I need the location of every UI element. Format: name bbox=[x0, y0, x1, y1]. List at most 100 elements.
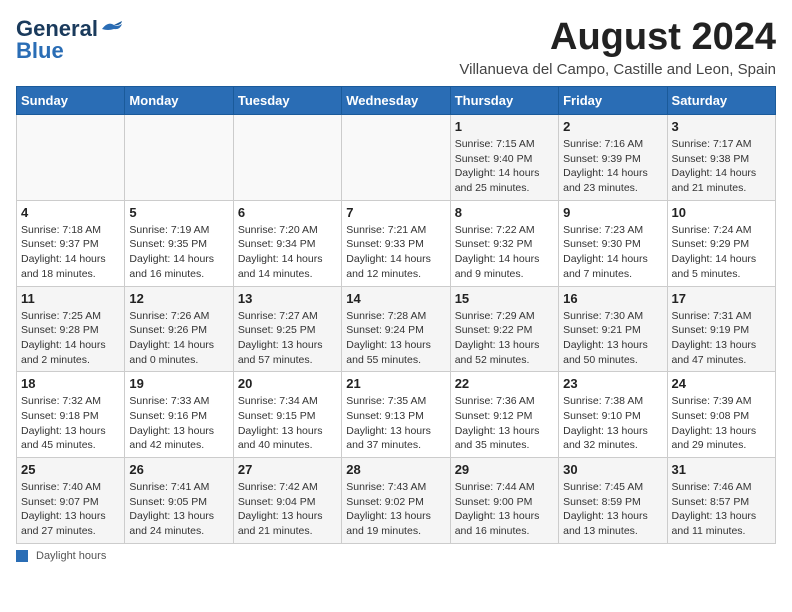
calendar-cell: 31Sunrise: 7:46 AM Sunset: 8:57 PM Dayli… bbox=[667, 458, 775, 544]
page-header: General Blue August 2024 Villanueva del … bbox=[16, 16, 776, 78]
day-number: 18 bbox=[21, 376, 120, 391]
day-info: Sunrise: 7:19 AM Sunset: 9:35 PM Dayligh… bbox=[129, 223, 228, 282]
calendar-week-row: 4 Sunrise: 7:18 AM Sunset: 9:37 PM Daylig… bbox=[17, 200, 776, 286]
weekday-header-wednesday: Wednesday bbox=[342, 87, 450, 115]
calendar-cell: 4 Sunrise: 7:18 AM Sunset: 9:37 PM Daylig… bbox=[17, 200, 125, 286]
day-info: Sunrise: 7:33 AM Sunset: 9:16 PM Dayligh… bbox=[129, 394, 228, 453]
day-number: 1 bbox=[455, 119, 554, 134]
weekday-header-thursday: Thursday bbox=[450, 87, 558, 115]
day-number: 29 bbox=[455, 462, 554, 477]
day-info: Sunrise: 7:35 AM Sunset: 9:13 PM Dayligh… bbox=[346, 394, 445, 453]
logo-bird-icon bbox=[100, 21, 122, 37]
calendar-cell: 23 Sunrise: 7:38 AM Sunset: 9:10 PM Dayli… bbox=[559, 372, 667, 458]
day-number: 27 bbox=[238, 462, 337, 477]
day-number: 22 bbox=[455, 376, 554, 391]
day-number: 5 bbox=[129, 205, 228, 220]
day-info: Sunrise: 7:40 AM Sunset: 9:07 PM Dayligh… bbox=[21, 480, 120, 539]
day-info: Sunrise: 7:34 AM Sunset: 9:15 PM Dayligh… bbox=[238, 394, 337, 453]
day-info: Sunrise: 7:39 AM Sunset: 9:08 PM Dayligh… bbox=[672, 394, 771, 453]
day-number: 23 bbox=[563, 376, 662, 391]
calendar-cell: 13Sunrise: 7:27 AM Sunset: 9:25 PM Dayli… bbox=[233, 286, 341, 372]
calendar-cell: 3 Sunrise: 7:17 AM Sunset: 9:38 PM Daylig… bbox=[667, 115, 775, 201]
day-info: Sunrise: 7:17 AM Sunset: 9:38 PM Dayligh… bbox=[672, 137, 771, 196]
calendar-cell: 5 Sunrise: 7:19 AM Sunset: 9:35 PM Daylig… bbox=[125, 200, 233, 286]
calendar-cell: 8 Sunrise: 7:22 AM Sunset: 9:32 PM Daylig… bbox=[450, 200, 558, 286]
day-number: 4 bbox=[21, 205, 120, 220]
day-number: 19 bbox=[129, 376, 228, 391]
day-number: 30 bbox=[563, 462, 662, 477]
calendar-cell: 28 Sunrise: 7:43 AM Sunset: 9:02 PM Dayli… bbox=[342, 458, 450, 544]
day-info: Sunrise: 7:31 AM Sunset: 9:19 PM Dayligh… bbox=[672, 309, 771, 368]
day-info: Sunrise: 7:42 AM Sunset: 9:04 PM Dayligh… bbox=[238, 480, 337, 539]
legend-color-box bbox=[16, 550, 28, 562]
calendar-cell: 26Sunrise: 7:41 AM Sunset: 9:05 PM Dayli… bbox=[125, 458, 233, 544]
logo-text-blue: Blue bbox=[16, 38, 64, 64]
calendar-cell: 24 Sunrise: 7:39 AM Sunset: 9:08 PM Dayli… bbox=[667, 372, 775, 458]
day-info: Sunrise: 7:30 AM Sunset: 9:21 PM Dayligh… bbox=[563, 309, 662, 368]
day-info: Sunrise: 7:44 AM Sunset: 9:00 PM Dayligh… bbox=[455, 480, 554, 539]
day-number: 28 bbox=[346, 462, 445, 477]
calendar-cell: 30Sunrise: 7:45 AM Sunset: 8:59 PM Dayli… bbox=[559, 458, 667, 544]
title-area: August 2024 Villanueva del Campo, Castil… bbox=[459, 16, 776, 78]
day-info: Sunrise: 7:16 AM Sunset: 9:39 PM Dayligh… bbox=[563, 137, 662, 196]
day-number: 24 bbox=[672, 376, 771, 391]
day-number: 6 bbox=[238, 205, 337, 220]
day-number: 13 bbox=[238, 291, 337, 306]
day-info: Sunrise: 7:21 AM Sunset: 9:33 PM Dayligh… bbox=[346, 223, 445, 282]
calendar-cell: 10 Sunrise: 7:24 AM Sunset: 9:29 PM Dayli… bbox=[667, 200, 775, 286]
day-info: Sunrise: 7:32 AM Sunset: 9:18 PM Dayligh… bbox=[21, 394, 120, 453]
day-number: 25 bbox=[21, 462, 120, 477]
weekday-header-sunday: Sunday bbox=[17, 87, 125, 115]
day-number: 8 bbox=[455, 205, 554, 220]
legend-label: Daylight hours bbox=[36, 550, 106, 562]
day-number: 3 bbox=[672, 119, 771, 134]
calendar-week-row: 1 Sunrise: 7:15 AM Sunset: 9:40 PM Daylig… bbox=[17, 115, 776, 201]
weekday-header-friday: Friday bbox=[559, 87, 667, 115]
day-info: Sunrise: 7:20 AM Sunset: 9:34 PM Dayligh… bbox=[238, 223, 337, 282]
day-number: 10 bbox=[672, 205, 771, 220]
calendar-week-row: 18 Sunrise: 7:32 AM Sunset: 9:18 PM Dayli… bbox=[17, 372, 776, 458]
weekday-header-tuesday: Tuesday bbox=[233, 87, 341, 115]
calendar-cell: 29 Sunrise: 7:44 AM Sunset: 9:00 PM Dayli… bbox=[450, 458, 558, 544]
calendar-cell bbox=[342, 115, 450, 201]
calendar-cell bbox=[17, 115, 125, 201]
calendar-cell bbox=[125, 115, 233, 201]
day-info: Sunrise: 7:22 AM Sunset: 9:32 PM Dayligh… bbox=[455, 223, 554, 282]
day-number: 7 bbox=[346, 205, 445, 220]
calendar-cell: 11Sunrise: 7:25 AM Sunset: 9:28 PM Dayli… bbox=[17, 286, 125, 372]
day-info: Sunrise: 7:25 AM Sunset: 9:28 PM Dayligh… bbox=[21, 309, 120, 368]
day-info: Sunrise: 7:15 AM Sunset: 9:40 PM Dayligh… bbox=[455, 137, 554, 196]
day-number: 26 bbox=[129, 462, 228, 477]
calendar-table: SundayMondayTuesdayWednesdayThursdayFrid… bbox=[16, 86, 776, 544]
day-info: Sunrise: 7:18 AM Sunset: 9:37 PM Dayligh… bbox=[21, 223, 120, 282]
day-info: Sunrise: 7:43 AM Sunset: 9:02 PM Dayligh… bbox=[346, 480, 445, 539]
calendar-cell: 14 Sunrise: 7:28 AM Sunset: 9:24 PM Dayli… bbox=[342, 286, 450, 372]
calendar-cell: 25 Sunrise: 7:40 AM Sunset: 9:07 PM Dayli… bbox=[17, 458, 125, 544]
calendar-cell bbox=[233, 115, 341, 201]
calendar-cell: 17 Sunrise: 7:31 AM Sunset: 9:19 PM Dayli… bbox=[667, 286, 775, 372]
calendar-week-row: 25 Sunrise: 7:40 AM Sunset: 9:07 PM Dayli… bbox=[17, 458, 776, 544]
day-info: Sunrise: 7:28 AM Sunset: 9:24 PM Dayligh… bbox=[346, 309, 445, 368]
day-number: 17 bbox=[672, 291, 771, 306]
calendar-cell: 22 Sunrise: 7:36 AM Sunset: 9:12 PM Dayli… bbox=[450, 372, 558, 458]
day-number: 14 bbox=[346, 291, 445, 306]
calendar-cell: 7 Sunrise: 7:21 AM Sunset: 9:33 PM Daylig… bbox=[342, 200, 450, 286]
day-info: Sunrise: 7:24 AM Sunset: 9:29 PM Dayligh… bbox=[672, 223, 771, 282]
day-info: Sunrise: 7:36 AM Sunset: 9:12 PM Dayligh… bbox=[455, 394, 554, 453]
day-number: 16 bbox=[563, 291, 662, 306]
day-info: Sunrise: 7:38 AM Sunset: 9:10 PM Dayligh… bbox=[563, 394, 662, 453]
day-info: Sunrise: 7:46 AM Sunset: 8:57 PM Dayligh… bbox=[672, 480, 771, 539]
calendar-cell: 1 Sunrise: 7:15 AM Sunset: 9:40 PM Daylig… bbox=[450, 115, 558, 201]
calendar-week-row: 11Sunrise: 7:25 AM Sunset: 9:28 PM Dayli… bbox=[17, 286, 776, 372]
calendar-cell: 2 Sunrise: 7:16 AM Sunset: 9:39 PM Daylig… bbox=[559, 115, 667, 201]
calendar-cell: 20 Sunrise: 7:34 AM Sunset: 9:15 PM Dayli… bbox=[233, 372, 341, 458]
day-number: 12 bbox=[129, 291, 228, 306]
day-number: 20 bbox=[238, 376, 337, 391]
day-info: Sunrise: 7:23 AM Sunset: 9:30 PM Dayligh… bbox=[563, 223, 662, 282]
day-number: 2 bbox=[563, 119, 662, 134]
logo: General Blue bbox=[16, 16, 122, 64]
calendar-cell: 19 Sunrise: 7:33 AM Sunset: 9:16 PM Dayli… bbox=[125, 372, 233, 458]
calendar-cell: 27 Sunrise: 7:42 AM Sunset: 9:04 PM Dayli… bbox=[233, 458, 341, 544]
calendar-cell: 18 Sunrise: 7:32 AM Sunset: 9:18 PM Dayli… bbox=[17, 372, 125, 458]
weekday-header-saturday: Saturday bbox=[667, 87, 775, 115]
